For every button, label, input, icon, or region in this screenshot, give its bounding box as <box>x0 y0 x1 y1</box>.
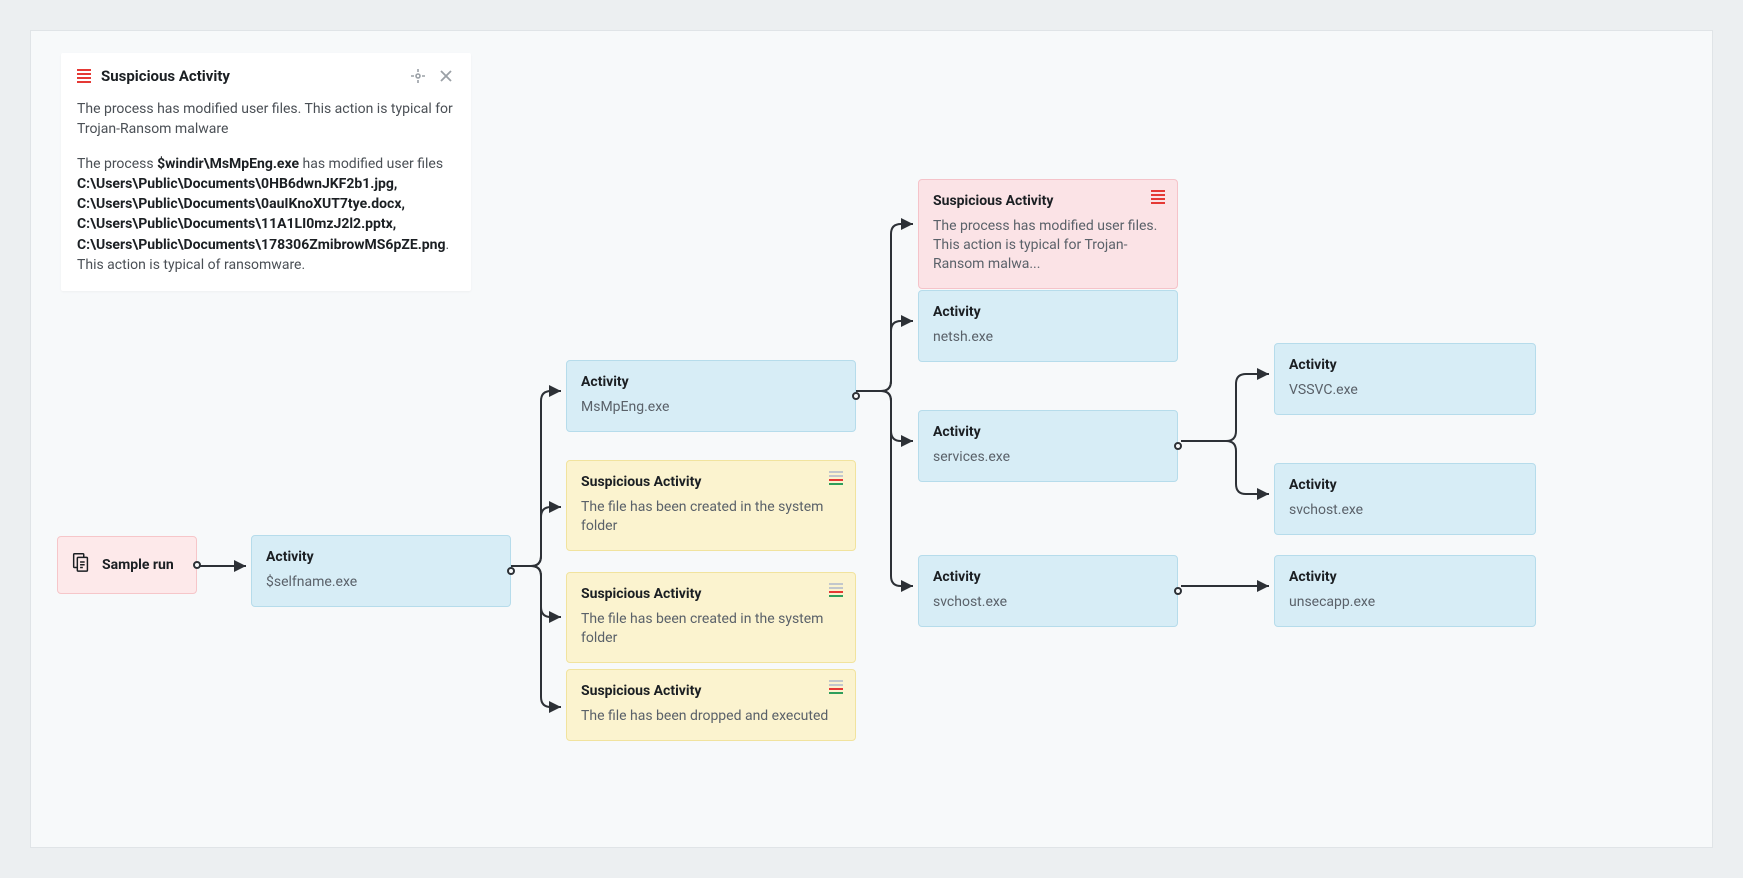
node-subtitle: The file has been created in the system … <box>581 498 841 536</box>
node-suspicious-sysfolder-2[interactable]: Suspicious Activity The file has been cr… <box>566 572 856 663</box>
node-subtitle: The file has been created in the system … <box>581 610 841 648</box>
node-title: Activity <box>581 373 841 392</box>
focus-icon[interactable] <box>409 67 427 85</box>
node-title: Activity <box>266 548 496 567</box>
threat-lines-icon <box>77 69 91 83</box>
out-port[interactable] <box>1174 442 1182 450</box>
node-subtitle: netsh.exe <box>933 328 1163 347</box>
detail-popup: Suspicious Activity The process has modi… <box>61 53 471 291</box>
popup-detail: The process $windir\MsMpEng.exe has modi… <box>77 154 455 276</box>
threat-lines-icon <box>1151 190 1165 204</box>
severity-lines-icon <box>829 583 843 597</box>
node-subtitle: svchost.exe <box>933 593 1163 612</box>
node-suspicious-dropped[interactable]: Suspicious Activity The file has been dr… <box>566 669 856 741</box>
node-subtitle: MsMpEng.exe <box>581 398 841 417</box>
close-icon[interactable] <box>437 67 455 85</box>
node-activity-svchost-2[interactable]: Activity svchost.exe <box>1274 463 1536 535</box>
node-title: Activity <box>933 568 1163 587</box>
node-subtitle: unsecapp.exe <box>1289 593 1521 612</box>
node-activity-netsh[interactable]: Activity netsh.exe <box>918 290 1178 362</box>
node-activity-msmpeng[interactable]: Activity MsMpEng.exe <box>566 360 856 432</box>
node-sample-run[interactable]: Sample run <box>57 536 197 594</box>
node-suspicious-ransom[interactable]: Suspicious Activity The process has modi… <box>918 179 1178 289</box>
node-title: Suspicious Activity <box>581 682 841 701</box>
node-title: Suspicious Activity <box>933 192 1163 211</box>
out-port[interactable] <box>1174 587 1182 595</box>
node-title: Activity <box>933 423 1163 442</box>
diagram-canvas[interactable]: Suspicious Activity The process has modi… <box>30 30 1713 848</box>
severity-lines-icon <box>829 471 843 485</box>
severity-lines-icon <box>829 680 843 694</box>
node-subtitle: services.exe <box>933 448 1163 467</box>
popup-title: Suspicious Activity <box>101 67 409 85</box>
node-activity-vssvc[interactable]: Activity VSSVC.exe <box>1274 343 1536 415</box>
node-subtitle: $selfname.exe <box>266 573 496 592</box>
sample-run-icon <box>70 551 92 579</box>
popup-description: The process has modified user files. Thi… <box>77 99 455 140</box>
out-port[interactable] <box>193 561 201 569</box>
node-subtitle: The file has been dropped and executed <box>581 707 841 726</box>
node-title: Activity <box>933 303 1163 322</box>
node-title: Activity <box>1289 568 1521 587</box>
node-title: Activity <box>1289 476 1521 495</box>
node-subtitle: The process has modified user files. Thi… <box>933 217 1163 274</box>
node-activity-unsecapp[interactable]: Activity unsecapp.exe <box>1274 555 1536 627</box>
node-suspicious-sysfolder-1[interactable]: Suspicious Activity The file has been cr… <box>566 460 856 551</box>
node-subtitle: VSSVC.exe <box>1289 381 1521 400</box>
out-port[interactable] <box>852 392 860 400</box>
node-title: Activity <box>1289 356 1521 375</box>
node-activity-svchost-1[interactable]: Activity svchost.exe <box>918 555 1178 627</box>
node-activity-services[interactable]: Activity services.exe <box>918 410 1178 482</box>
node-label: Sample run <box>102 556 174 575</box>
out-port[interactable] <box>507 567 515 575</box>
node-activity-sselfname[interactable]: Activity $selfname.exe <box>251 535 511 607</box>
node-title: Suspicious Activity <box>581 585 841 604</box>
node-subtitle: svchost.exe <box>1289 501 1521 520</box>
node-title: Suspicious Activity <box>581 473 841 492</box>
